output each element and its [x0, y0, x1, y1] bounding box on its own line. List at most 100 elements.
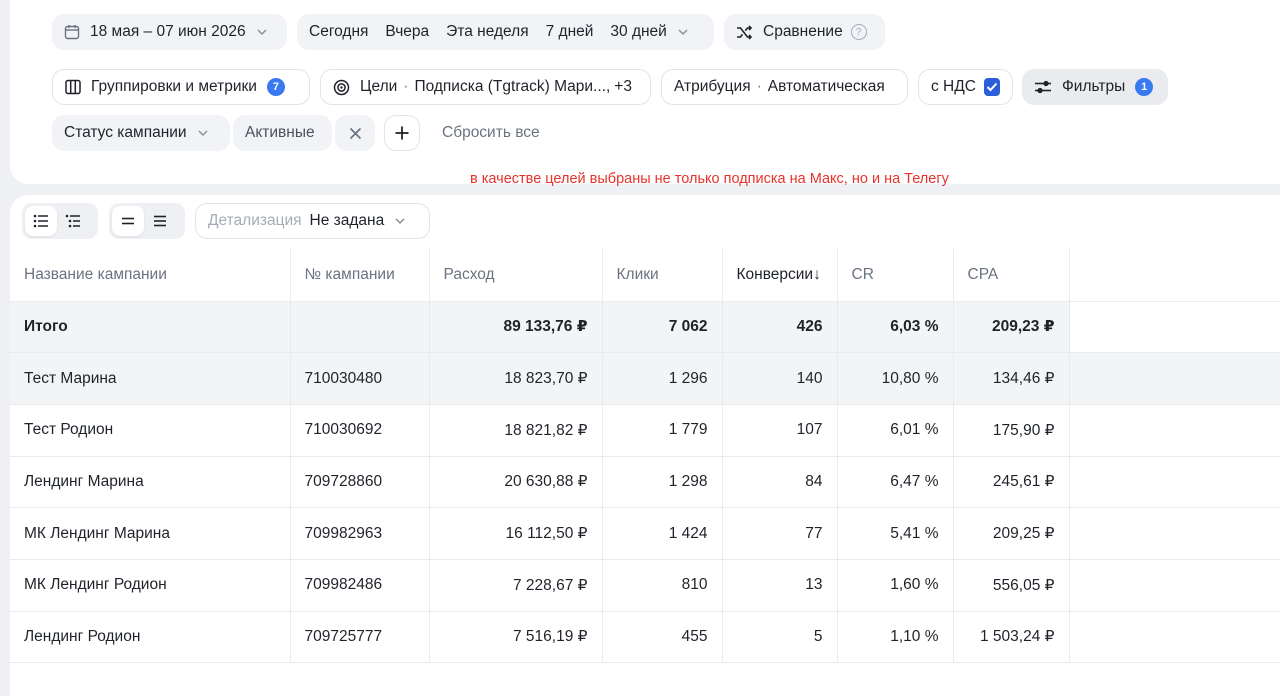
campaign-clicks: 810 — [602, 559, 723, 612]
attribution-label: Атрибуция — [674, 78, 751, 95]
remove-filter-button[interactable] — [335, 115, 375, 151]
campaign-id: 710030480 — [290, 352, 430, 405]
campaign-clicks: 1 779 — [602, 404, 723, 457]
campaign-id: 709725777 — [290, 611, 430, 664]
groupings-label: Группировки и метрики — [91, 78, 257, 95]
status-value-chip[interactable]: Активные — [233, 115, 332, 151]
campaign-spend: 7 516,19 ₽ — [429, 611, 603, 664]
column-header-name[interactable]: Название кампании — [10, 249, 291, 302]
density-regular-icon — [154, 215, 166, 227]
close-icon — [349, 127, 361, 139]
regular-density-button[interactable] — [144, 206, 176, 236]
view-mode-toggle — [22, 203, 98, 239]
groupings-count-badge: 7 — [266, 78, 285, 96]
campaign-status-filter[interactable]: Статус кампании — [52, 115, 230, 151]
total-id — [290, 301, 430, 354]
status-label: Статус кампании — [64, 124, 187, 141]
attribution-selector[interactable]: Атрибуция · Автоматическая — [661, 69, 908, 105]
goals-label: Цели — [360, 78, 398, 95]
columns-icon — [65, 79, 81, 95]
total-label: Итого — [10, 301, 291, 354]
goals-more-count: +3 — [614, 78, 632, 95]
detailing-selector[interactable]: Детализация Не задана — [195, 203, 430, 239]
period-this-week[interactable]: Эта неделя — [446, 23, 528, 41]
chevron-down-icon — [198, 130, 208, 137]
campaign-name[interactable]: Лендинг Марина — [10, 456, 291, 509]
total-row: Итого 89 133,76 ₽ 7 062 426 6,03 % 209,2… — [10, 301, 1280, 354]
column-header-cr[interactable]: CR — [837, 249, 954, 302]
sliders-icon — [1034, 79, 1052, 95]
campaign-spend: 7 228,67 ₽ — [429, 559, 603, 612]
column-header-clicks[interactable]: Клики — [602, 249, 723, 302]
target-icon — [333, 79, 350, 96]
table-row[interactable]: МК Лендинг Марина 709982963 16 112,50 ₽ … — [10, 507, 1280, 560]
filters-button[interactable]: Фильтры 1 — [1022, 69, 1168, 105]
campaign-clicks: 1 296 — [602, 352, 723, 405]
chevron-down-icon[interactable] — [677, 26, 689, 38]
campaign-conversions: 107 — [722, 404, 838, 457]
period-presets: Сегодня Вчера Эта неделя 7 дней 30 дней — [297, 14, 714, 50]
campaign-clicks: 1 424 — [602, 507, 723, 560]
compare-button[interactable]: Сравнение ? — [724, 14, 885, 50]
campaign-name[interactable]: Тест Родион — [10, 404, 291, 457]
table-row[interactable]: Тест Родион 710030692 18 821,82 ₽ 1 779 … — [10, 404, 1280, 457]
period-7-days[interactable]: 7 дней — [546, 23, 594, 41]
nested-list-icon — [65, 214, 80, 228]
table-row[interactable]: МК Лендинг Родион 709982486 7 228,67 ₽ 8… — [10, 559, 1280, 612]
goals-value: Подписка (Tgtrack) Мари..., — [414, 78, 611, 95]
campaign-clicks: 1 298 — [602, 456, 723, 509]
shuffle-icon — [736, 24, 753, 40]
table-row[interactable]: Тест Марина 710030480 18 823,70 ₽ 1 296 … — [10, 352, 1280, 405]
table-row[interactable]: Лендинг Марина 709728860 20 630,88 ₽ 1 2… — [10, 456, 1280, 509]
campaign-name[interactable]: МК Лендинг Родион — [10, 559, 291, 612]
campaign-cr: 6,47 % — [837, 456, 954, 509]
campaign-name[interactable]: Тест Марина — [10, 352, 291, 405]
status-value: Активные — [245, 124, 315, 141]
campaign-cpa: 556,05 ₽ — [953, 559, 1070, 612]
column-header-conversions[interactable]: Конверсии↓ — [722, 249, 838, 302]
vat-checkbox[interactable] — [983, 78, 1000, 96]
groupings-metrics-button[interactable]: Группировки и метрики 7 — [52, 69, 310, 105]
period-today[interactable]: Сегодня — [309, 23, 368, 41]
campaign-spend: 18 823,70 ₽ — [429, 352, 603, 405]
campaign-cpa: 1 503,24 ₽ — [953, 611, 1070, 664]
list-view-button[interactable] — [25, 206, 57, 236]
period-30-days[interactable]: 30 дней — [610, 23, 666, 41]
campaign-conversions: 77 — [722, 507, 838, 560]
campaigns-table: Название кампании № кампании Расход Клик… — [10, 249, 1280, 664]
campaign-name[interactable]: Лендинг Родион — [10, 611, 291, 664]
campaign-conversions: 13 — [722, 559, 838, 612]
column-header-empty — [1069, 249, 1280, 302]
campaign-conversions: 84 — [722, 456, 838, 509]
compact-density-button[interactable] — [112, 206, 144, 236]
detailing-value: Не задана — [309, 212, 385, 229]
total-cpa: 209,23 ₽ — [953, 301, 1070, 354]
campaign-name[interactable]: МК Лендинг Марина — [10, 507, 291, 560]
table-row[interactable]: Лендинг Родион 709725777 7 516,19 ₽ 455 … — [10, 611, 1280, 664]
goals-selector[interactable]: Цели · Подписка (Tgtrack) Мари..., +3 — [320, 69, 651, 105]
column-header-cpa[interactable]: CPA — [953, 249, 1070, 302]
campaign-cr: 1,60 % — [837, 559, 954, 612]
table-header-row: Название кампании № кампании Расход Клик… — [10, 249, 1280, 302]
campaign-cr: 1,10 % — [837, 611, 954, 664]
campaign-id: 709982486 — [290, 559, 430, 612]
campaign-cr: 5,41 % — [837, 507, 954, 560]
period-yesterday[interactable]: Вчера — [385, 23, 429, 41]
filters-label: Фильтры — [1062, 78, 1126, 95]
campaign-cr: 10,80 % — [837, 352, 954, 405]
campaign-spend: 20 630,88 ₽ — [429, 456, 603, 509]
reset-all-link[interactable]: Сбросить все — [442, 124, 540, 142]
chevron-down-icon — [257, 29, 267, 36]
density-compact-icon — [122, 217, 134, 225]
column-header-id[interactable]: № кампании — [290, 249, 430, 302]
total-conversions: 426 — [722, 301, 838, 354]
help-icon[interactable]: ? — [850, 24, 867, 40]
campaign-spend: 18 821,82 ₽ — [429, 404, 603, 457]
date-range-picker[interactable]: 18 мая – 07 июн 2026 — [52, 14, 287, 50]
column-header-spend[interactable]: Расход — [429, 249, 603, 302]
add-filter-button[interactable] — [384, 115, 420, 151]
vat-toggle[interactable]: с НДС — [918, 69, 1013, 105]
campaign-id: 710030692 — [290, 404, 430, 457]
tree-view-button[interactable] — [57, 206, 89, 236]
total-cr: 6,03 % — [837, 301, 954, 354]
